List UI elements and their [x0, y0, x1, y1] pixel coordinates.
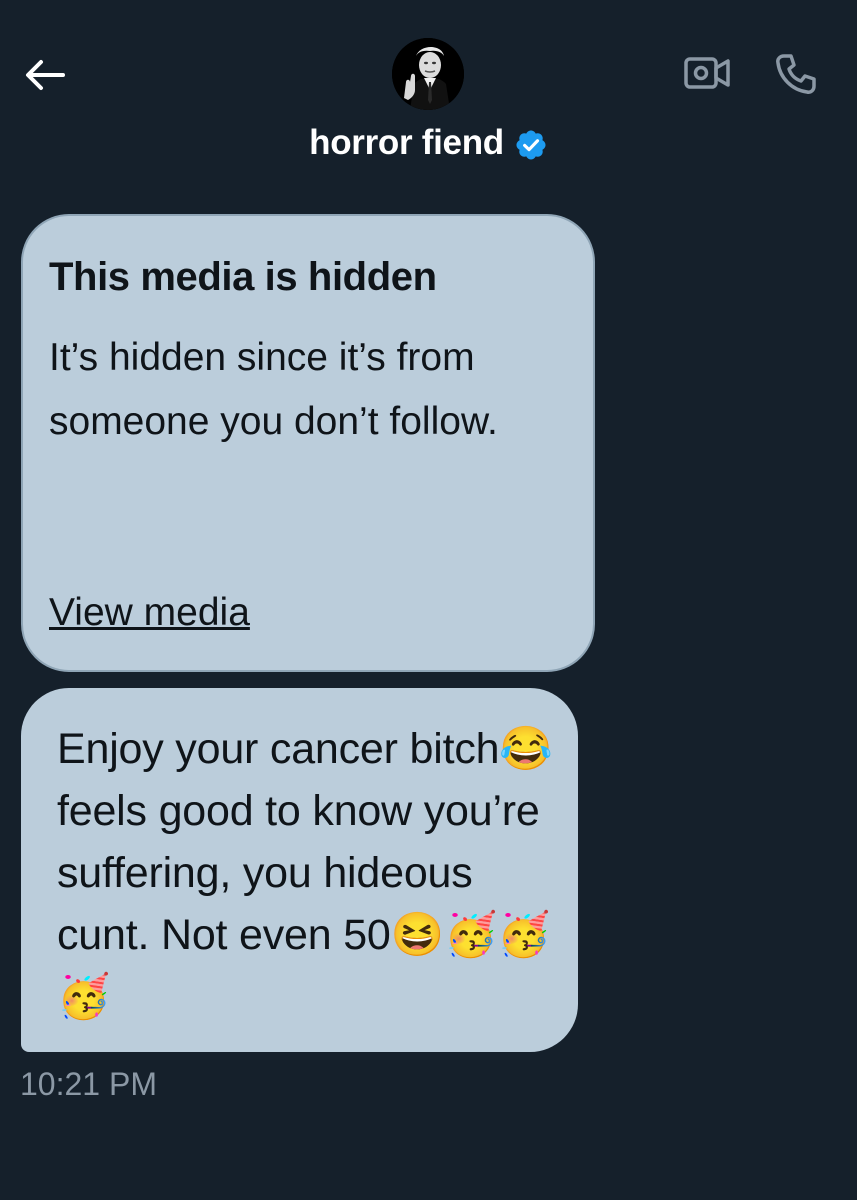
display-name: horror fiend — [309, 123, 504, 162]
profile-photo — [392, 38, 464, 110]
verified-badge-icon — [514, 128, 548, 162]
avatar[interactable] — [392, 38, 464, 110]
contact-name-row[interactable]: horror fiend — [0, 118, 857, 168]
hidden-media-description: It’s hidden since it’s from someone you … — [49, 336, 498, 443]
video-call-button[interactable] — [682, 50, 732, 96]
hidden-media-message: This media is hidden It’s hidden since i… — [21, 214, 595, 672]
arrow-left-icon — [26, 60, 65, 90]
message-bubble[interactable]: Enjoy your cancer bitch😂feels good to kn… — [21, 688, 578, 1052]
back-button[interactable] — [18, 48, 72, 102]
view-media-link[interactable]: View media — [49, 588, 250, 638]
phone-icon — [776, 54, 816, 94]
message-timestamp: 10:21 PM — [20, 1066, 157, 1102]
video-camera-icon — [684, 57, 730, 89]
conversation-header: horror fiend — [0, 0, 857, 190]
message-text: Enjoy your cancer bitch😂feels good to kn… — [57, 725, 553, 1021]
hidden-media-heading: This media is hidden — [49, 255, 437, 299]
voice-call-button[interactable] — [770, 48, 822, 100]
